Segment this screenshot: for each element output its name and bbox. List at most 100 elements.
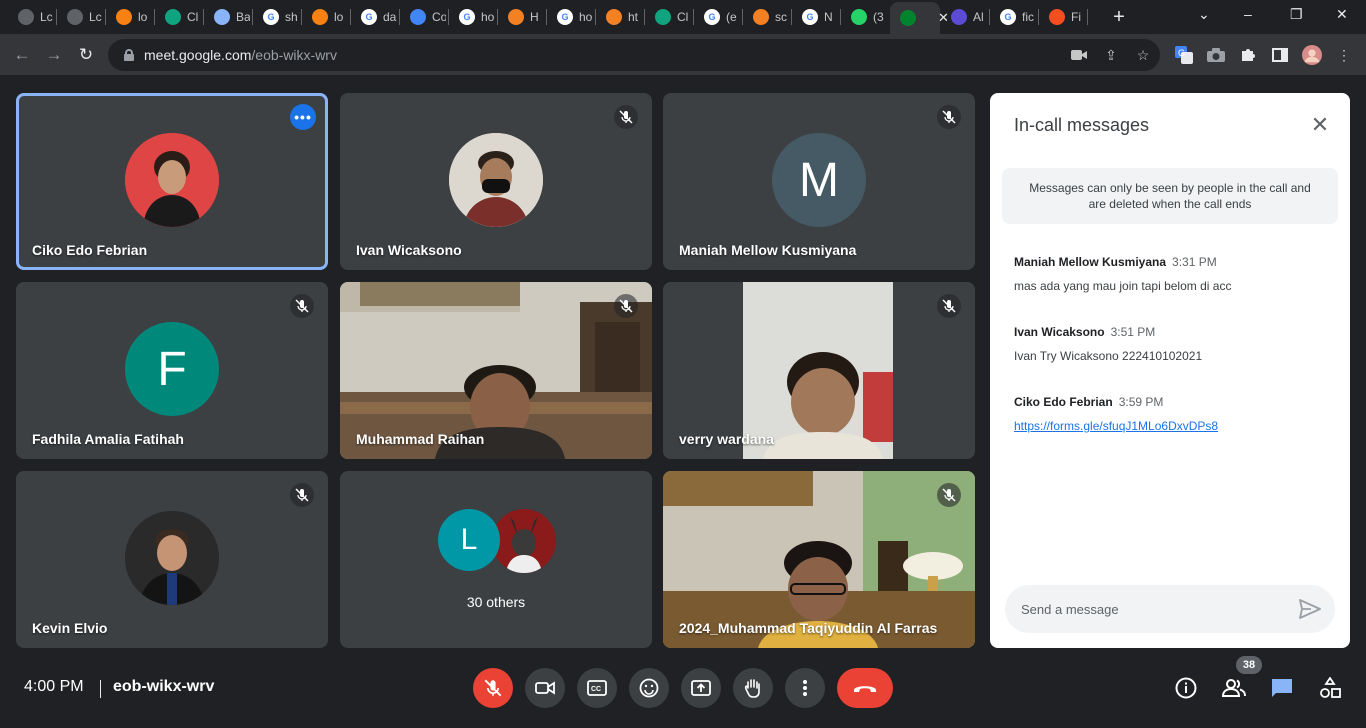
close-icon[interactable]: ✕ xyxy=(1308,112,1332,137)
browser-tab[interactable]: Fi xyxy=(1039,4,1087,30)
svg-text:G: G xyxy=(1178,48,1185,58)
url-path: /eob-wikx-wrv xyxy=(251,47,337,63)
browser-tab[interactable]: ht xyxy=(596,4,644,30)
tab-title: Lc xyxy=(40,10,53,24)
activities-button[interactable] xyxy=(1318,676,1342,700)
message-time: 3:31 PM xyxy=(1172,255,1217,269)
chrome-menu-icon[interactable]: ⋮ xyxy=(1334,45,1354,65)
address-bar[interactable]: meet.google.com/eob-wikx-wrv ⇪ ☆ xyxy=(108,39,1160,71)
browser-tab[interactable]: Ba xyxy=(204,4,252,30)
extensions-puzzle-icon[interactable] xyxy=(1238,45,1258,65)
message-input[interactable]: Send a message xyxy=(1005,585,1335,633)
more-options-button[interactable] xyxy=(785,668,825,708)
browser-tab[interactable]: Gho xyxy=(449,4,497,30)
participant-name: Maniah Mellow Kusmiyana xyxy=(679,242,857,258)
browser-tab[interactable]: (3 xyxy=(841,4,889,30)
browser-tab[interactable]: Gsh xyxy=(253,4,301,30)
browser-tab[interactable]: lo xyxy=(106,4,154,30)
side-panel-icon[interactable] xyxy=(1270,45,1290,65)
message-text: mas ada yang mau join tapi belom di acc xyxy=(1014,279,1232,293)
camera-in-use-icon[interactable] xyxy=(1070,46,1088,64)
reload-icon[interactable]: ↻ xyxy=(74,43,98,67)
globe-icon xyxy=(67,9,83,25)
new-tab-button[interactable]: + xyxy=(1110,6,1128,29)
avatar xyxy=(125,133,219,227)
more-vert-icon xyxy=(803,680,807,696)
meeting-time: 4:00 PM xyxy=(24,678,84,695)
forward-icon[interactable]: → xyxy=(42,43,66,67)
participant-name: Ivan Wicaksono xyxy=(356,242,462,258)
leave-call-button[interactable] xyxy=(837,668,893,708)
browser-tab[interactable]: GN xyxy=(792,4,840,30)
translate-icon[interactable]: G xyxy=(1174,45,1194,65)
camera-toggle-button[interactable] xyxy=(525,668,565,708)
message-sender: Ciko Edo Febrian xyxy=(1014,395,1113,409)
chat-button[interactable] xyxy=(1270,676,1294,700)
others-count-label: 30 others xyxy=(466,594,526,610)
captions-button[interactable]: CC xyxy=(577,668,617,708)
participant-tile-raihan[interactable]: Muhammad Raihan xyxy=(340,282,652,459)
profile-avatar-icon[interactable] xyxy=(1302,45,1322,65)
browser-tab[interactable]: Gho xyxy=(547,4,595,30)
lock-icon[interactable] xyxy=(124,49,134,61)
mic-off-icon xyxy=(937,105,961,129)
share-icon[interactable]: ⇪ xyxy=(1102,46,1120,64)
tab-title: Cl xyxy=(187,10,199,24)
participant-tile-verry[interactable]: verry wardana xyxy=(663,282,975,459)
participant-tile-fadhila[interactable]: F Fadhila Amalia Fatihah xyxy=(16,282,328,459)
browser-tab[interactable]: G (e xyxy=(694,4,742,30)
close-window-icon[interactable]: ✕ xyxy=(1336,6,1348,23)
avatar: F xyxy=(125,322,219,416)
participant-tile-maniah[interactable]: M Maniah Mellow Kusmiyana xyxy=(663,93,975,270)
stackoverflow-icon xyxy=(606,9,622,25)
stackoverflow-icon xyxy=(508,9,524,25)
mic-off-icon xyxy=(937,483,961,507)
tab-title: sh xyxy=(285,10,298,24)
browser-tab[interactable]: H xyxy=(498,4,546,30)
avatar: M xyxy=(772,133,866,227)
mic-toggle-button[interactable] xyxy=(473,668,513,708)
browser-tab[interactable]: M✕ xyxy=(890,2,949,34)
browser-tab[interactable]: Cl xyxy=(645,4,693,30)
mic-off-icon xyxy=(937,294,961,318)
message-link[interactable]: https://forms.gle/sfuqJ1MLo6DxvDPs8 xyxy=(1014,419,1218,433)
participant-tile-kevin[interactable]: Kevin Elvio xyxy=(16,471,328,648)
tab-strip: Lc Lc lo Cl Ba Gsh lo Gda Co Gho H Gho ht Cl G (e sc G N (3… xyxy=(0,0,1366,34)
more-options-icon[interactable]: ••• xyxy=(290,104,316,130)
browser-tab[interactable]: Lc xyxy=(57,4,105,30)
screenshot-camera-icon[interactable] xyxy=(1206,45,1226,65)
people-button[interactable] xyxy=(1222,676,1246,700)
tab-title: (3 xyxy=(873,10,884,24)
browser-tab[interactable]: Gda xyxy=(351,4,399,30)
back-icon[interactable]: ← xyxy=(10,43,34,67)
bookmark-star-icon[interactable]: ☆ xyxy=(1134,46,1152,64)
participant-tile-ciko[interactable]: ••• Ciko Edo Febrian xyxy=(16,93,328,270)
present-screen-icon xyxy=(691,680,711,696)
meeting-details-button[interactable] xyxy=(1174,676,1198,700)
message-time: 3:59 PM xyxy=(1118,395,1164,409)
tab-search-icon[interactable]: ⌄ xyxy=(1198,6,1210,23)
browser-tab[interactable]: Lc xyxy=(8,4,56,30)
participant-tile-others[interactable]: L 30 others xyxy=(340,471,652,648)
raise-hand-button[interactable] xyxy=(733,668,773,708)
browser-tab[interactable]: Co xyxy=(400,4,448,30)
present-button[interactable] xyxy=(681,668,721,708)
browser-tab[interactable]: Al xyxy=(941,4,989,30)
participant-count-badge: 38 xyxy=(1236,656,1262,674)
chat-message: Maniah Mellow Kusmiyana 3:31 PM mas ada y… xyxy=(1014,253,1334,293)
browser-tab[interactable]: Gfic xyxy=(990,4,1038,30)
participant-tile-ivan[interactable]: Ivan Wicaksono xyxy=(340,93,652,270)
send-icon[interactable] xyxy=(1299,599,1321,619)
participant-tile-taqiyuddin[interactable]: 2024_Muhammad Taqiyuddin Al Farras xyxy=(663,471,975,648)
browser-tab[interactable]: lo xyxy=(302,4,350,30)
message-text: Ivan Try Wicaksono 222410102021 xyxy=(1014,349,1203,363)
chatgpt-icon xyxy=(165,9,181,25)
browser-tab[interactable]: Cl xyxy=(155,4,203,30)
activities-icon xyxy=(1320,677,1341,698)
minimize-icon[interactable]: – xyxy=(1244,6,1252,22)
chat-message: Ivan Wicaksono 3:51 PM Ivan Try Wicaksono… xyxy=(1014,323,1334,363)
browser-tab[interactable]: sc xyxy=(743,4,791,30)
reactions-button[interactable] xyxy=(629,668,669,708)
message-sender: Ivan Wicaksono xyxy=(1014,325,1105,339)
restore-icon[interactable]: ❐ xyxy=(1290,6,1303,23)
